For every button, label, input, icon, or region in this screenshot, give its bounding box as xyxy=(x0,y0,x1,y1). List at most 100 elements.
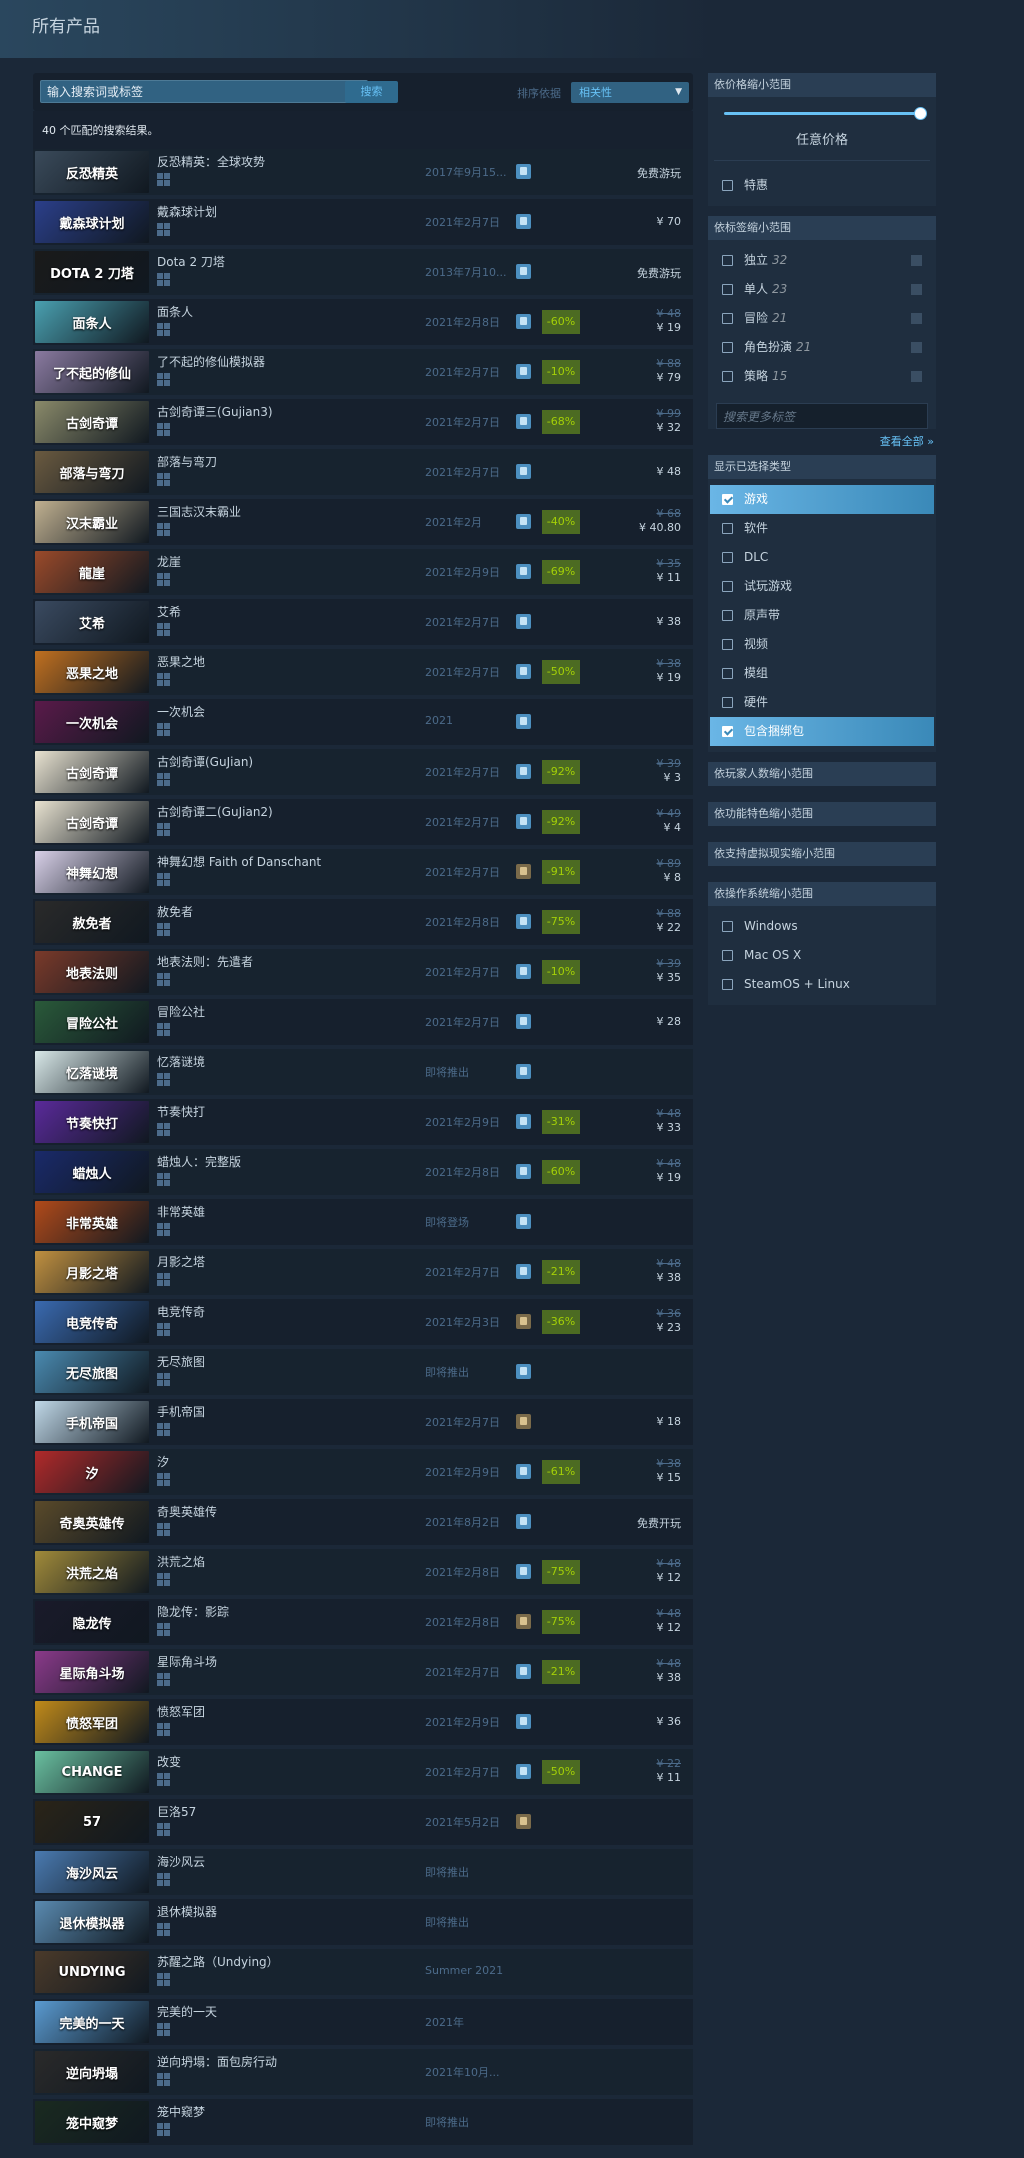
result-row[interactable]: 愤怒军团 愤怒军团 2021年2月9日 ¥ 36 xyxy=(33,1699,693,1745)
game-capsule-image[interactable]: 星际角斗场 xyxy=(35,1651,149,1693)
result-row[interactable]: 赦免者 赦免者 2021年2月8日 -75% ¥ 88 ¥ 22 xyxy=(33,899,693,945)
review-summary-icon[interactable] xyxy=(516,1664,531,1679)
game-title[interactable]: 反恐精英：全球攻势 xyxy=(157,153,265,170)
game-title[interactable]: 隐龙传：影踪 xyxy=(157,1603,229,1620)
result-row[interactable]: 笼中窥梦 笼中窥梦 即将推出 xyxy=(33,2099,693,2145)
type-checkbox[interactable]: DLC xyxy=(714,543,930,572)
review-summary-icon[interactable] xyxy=(516,814,531,829)
game-title[interactable]: 巨洛57 xyxy=(157,1803,196,1820)
game-capsule-image[interactable]: 笼中窥梦 xyxy=(35,2101,149,2143)
game-capsule-image[interactable]: 奇奥英雄传 xyxy=(35,1501,149,1543)
players-filter-header[interactable]: 依玩家人数缩小范围 xyxy=(708,762,936,786)
game-title[interactable]: 手机帝国 xyxy=(157,1403,205,1420)
type-checkbox[interactable]: 模组 xyxy=(714,659,930,688)
price-slider-handle[interactable] xyxy=(914,107,927,120)
result-row[interactable]: 月影之塔 月影之塔 2021年2月7日 -21% ¥ 48 ¥ 38 xyxy=(33,1249,693,1295)
game-capsule-image[interactable]: 了不起的修仙 xyxy=(35,351,149,393)
result-row[interactable]: 隐龙传 隐龙传：影踪 2021年2月8日 -75% ¥ 48 ¥ 12 xyxy=(33,1599,693,1645)
game-title[interactable]: 了不起的修仙模拟器 xyxy=(157,353,265,370)
review-summary-icon[interactable] xyxy=(516,714,531,729)
game-title[interactable]: 赦免者 xyxy=(157,903,193,920)
game-capsule-image[interactable]: 戴森球计划 xyxy=(35,201,149,243)
game-capsule-image[interactable]: CHANGE xyxy=(35,1751,149,1793)
os-filter-title[interactable]: 依操作系统缩小范围 xyxy=(708,882,936,906)
result-row[interactable]: 非常英雄 非常英雄 即将登场 xyxy=(33,1199,693,1245)
type-checkbox[interactable]: 游戏 xyxy=(710,485,934,514)
exclude-tag-icon[interactable] xyxy=(911,371,922,382)
review-summary-icon[interactable] xyxy=(516,1514,531,1529)
exclude-tag-icon[interactable] xyxy=(911,313,922,324)
tag-checkbox[interactable]: 冒险 21 xyxy=(714,304,930,333)
game-title[interactable]: 笼中窥梦 xyxy=(157,2103,205,2120)
review-summary-icon[interactable] xyxy=(516,1264,531,1279)
review-summary-icon[interactable] xyxy=(516,914,531,929)
game-capsule-image[interactable]: 完美的一天 xyxy=(35,2001,149,2043)
exclude-tag-icon[interactable] xyxy=(911,255,922,266)
review-summary-icon[interactable] xyxy=(516,1814,531,1829)
game-title[interactable]: 古剑奇谭三(Gujian3) xyxy=(157,403,273,420)
game-capsule-image[interactable]: 神舞幻想 xyxy=(35,851,149,893)
type-filter-title[interactable]: 显示已选择类型 xyxy=(708,455,936,479)
type-checkbox[interactable]: 软件 xyxy=(714,514,930,543)
game-capsule-image[interactable]: 冒险公社 xyxy=(35,1001,149,1043)
tag-filter-title[interactable]: 依标签缩小范围 xyxy=(708,216,936,240)
review-summary-icon[interactable] xyxy=(516,964,531,979)
result-row[interactable]: 反恐精英 反恐精英：全球攻势 2017年9月15... 免费游玩 xyxy=(33,149,693,195)
review-summary-icon[interactable] xyxy=(516,414,531,429)
game-capsule-image[interactable]: DOTA 2 刀塔 xyxy=(35,251,149,293)
game-capsule-image[interactable]: 忆落谜境 xyxy=(35,1051,149,1093)
game-capsule-image[interactable]: 57 xyxy=(35,1801,149,1843)
result-row[interactable]: 完美的一天 完美的一天 2021年 xyxy=(33,1999,693,2045)
game-title[interactable]: 愤怒军团 xyxy=(157,1703,205,1720)
game-title[interactable]: 恶果之地 xyxy=(157,653,205,670)
game-capsule-image[interactable]: 艾希 xyxy=(35,601,149,643)
result-row[interactable]: 节奏快打 节奏快打 2021年2月9日 -31% ¥ 48 ¥ 33 xyxy=(33,1099,693,1145)
game-title[interactable]: 完美的一天 xyxy=(157,2003,217,2020)
game-capsule-image[interactable]: 古剑奇谭 xyxy=(35,751,149,793)
game-capsule-image[interactable]: 部落与弯刀 xyxy=(35,451,149,493)
game-capsule-image[interactable]: 汐 xyxy=(35,1451,149,1493)
tag-search-input[interactable]: 搜索更多标签 xyxy=(716,403,928,429)
game-capsule-image[interactable]: 面条人 xyxy=(35,301,149,343)
result-row[interactable]: 了不起的修仙 了不起的修仙模拟器 2021年2月7日 -10% ¥ 88 ¥ 79 xyxy=(33,349,693,395)
features-filter-header[interactable]: 依功能特色缩小范围 xyxy=(708,802,936,826)
game-title[interactable]: 奇奥英雄传 xyxy=(157,1503,217,1520)
game-title[interactable]: 星际角斗场 xyxy=(157,1653,217,1670)
game-capsule-image[interactable]: 节奏快打 xyxy=(35,1101,149,1143)
result-row[interactable]: 艾希 艾希 2021年2月7日 ¥ 38 xyxy=(33,599,693,645)
game-title[interactable]: 神舞幻想 Faith of Danschant xyxy=(157,853,321,870)
game-title[interactable]: 冒险公社 xyxy=(157,1003,205,1020)
search-button[interactable]: 搜索 xyxy=(345,81,398,103)
result-row[interactable]: 面条人 面条人 2021年2月8日 -60% ¥ 48 ¥ 19 xyxy=(33,299,693,345)
game-capsule-image[interactable]: 隐龙传 xyxy=(35,1601,149,1643)
game-title[interactable]: 地表法则：先遣者 xyxy=(157,953,253,970)
game-title[interactable]: 无尽旅图 xyxy=(157,1353,205,1370)
game-capsule-image[interactable]: 无尽旅图 xyxy=(35,1351,149,1393)
os-checkbox[interactable]: Mac OS X xyxy=(714,941,930,970)
review-summary-icon[interactable] xyxy=(516,1114,531,1129)
game-title[interactable]: 汐 xyxy=(157,1453,169,1470)
game-title[interactable]: 古剑奇谭(GuJian) xyxy=(157,753,253,770)
result-row[interactable]: 戴森球计划 戴森球计划 2021年2月7日 ¥ 70 xyxy=(33,199,693,245)
game-title[interactable]: 海沙风云 xyxy=(157,1853,205,1870)
game-title[interactable]: 龙崖 xyxy=(157,553,181,570)
review-summary-icon[interactable] xyxy=(516,1214,531,1229)
result-row[interactable]: 电竞传奇 电竞传奇 2021年2月3日 -36% ¥ 36 ¥ 23 xyxy=(33,1299,693,1345)
tag-checkbox[interactable]: 单人 23 xyxy=(714,275,930,304)
result-row[interactable]: 星际角斗场 星际角斗场 2021年2月7日 -21% ¥ 48 ¥ 38 xyxy=(33,1649,693,1695)
review-summary-icon[interactable] xyxy=(516,514,531,529)
review-summary-icon[interactable] xyxy=(516,614,531,629)
game-title[interactable]: 戴森球计划 xyxy=(157,203,217,220)
game-capsule-image[interactable]: 一次机会 xyxy=(35,701,149,743)
result-row[interactable]: 古剑奇谭 古剑奇谭二(GuJian2) 2021年2月7日 -92% ¥ 49 ¥ 4 xyxy=(33,799,693,845)
game-title[interactable]: 一次机会 xyxy=(157,703,205,720)
type-checkbox[interactable]: 包含捆绑包 xyxy=(710,717,934,746)
result-row[interactable]: CHANGE 改变 2021年2月7日 -50% ¥ 22 ¥ 11 xyxy=(33,1749,693,1795)
review-summary-icon[interactable] xyxy=(516,1164,531,1179)
game-capsule-image[interactable]: 地表法则 xyxy=(35,951,149,993)
exclude-tag-icon[interactable] xyxy=(911,284,922,295)
game-title[interactable]: 逆向坍塌：面包房行动 xyxy=(157,2053,277,2070)
game-title[interactable]: 忆落谜境 xyxy=(157,1053,205,1070)
game-title[interactable]: 改变 xyxy=(157,1753,181,1770)
result-row[interactable]: 海沙风云 海沙风云 即将推出 xyxy=(33,1849,693,1895)
